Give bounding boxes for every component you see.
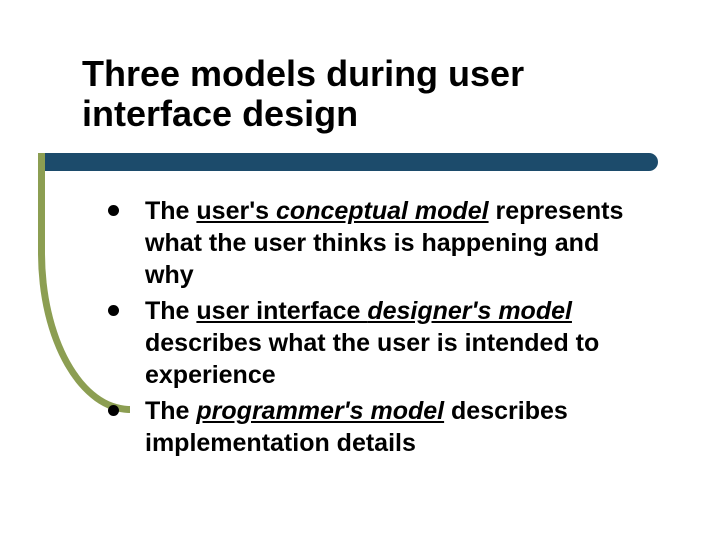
emphasized-term: designer's model	[367, 297, 572, 325]
underlined-term: user interface designer's model	[196, 297, 572, 325]
emphasized-term: programmer's model	[196, 397, 444, 425]
list-item: The programmer's model describes impleme…	[108, 395, 648, 459]
text-fragment: The	[145, 197, 196, 225]
title-underline-bar	[38, 153, 658, 171]
underlined-term: user's conceptual model	[196, 197, 488, 225]
list-item-text: The user's conceptual model represents w…	[145, 195, 648, 291]
text-fragment: describes what the user is intended to e…	[145, 329, 599, 389]
slide: Three models during user interface desig…	[0, 0, 720, 540]
text-fragment: user's	[196, 197, 276, 225]
text-fragment: user interface	[196, 297, 367, 325]
list-item: The user interface designer's model desc…	[108, 295, 648, 391]
list-item-text: The programmer's model describes impleme…	[145, 395, 648, 459]
bullet-icon	[108, 205, 119, 216]
list-item-text: The user interface designer's model desc…	[145, 295, 648, 391]
underlined-term: programmer's model	[196, 397, 444, 425]
slide-title: Three models during user interface desig…	[82, 54, 662, 135]
bullet-icon	[108, 305, 119, 316]
emphasized-term: conceptual model	[276, 197, 489, 225]
list-item: The user's conceptual model represents w…	[108, 195, 648, 291]
text-fragment: The	[145, 397, 196, 425]
bullet-icon	[108, 405, 119, 416]
text-fragment: The	[145, 297, 196, 325]
slide-body: The user's conceptual model represents w…	[108, 195, 648, 463]
